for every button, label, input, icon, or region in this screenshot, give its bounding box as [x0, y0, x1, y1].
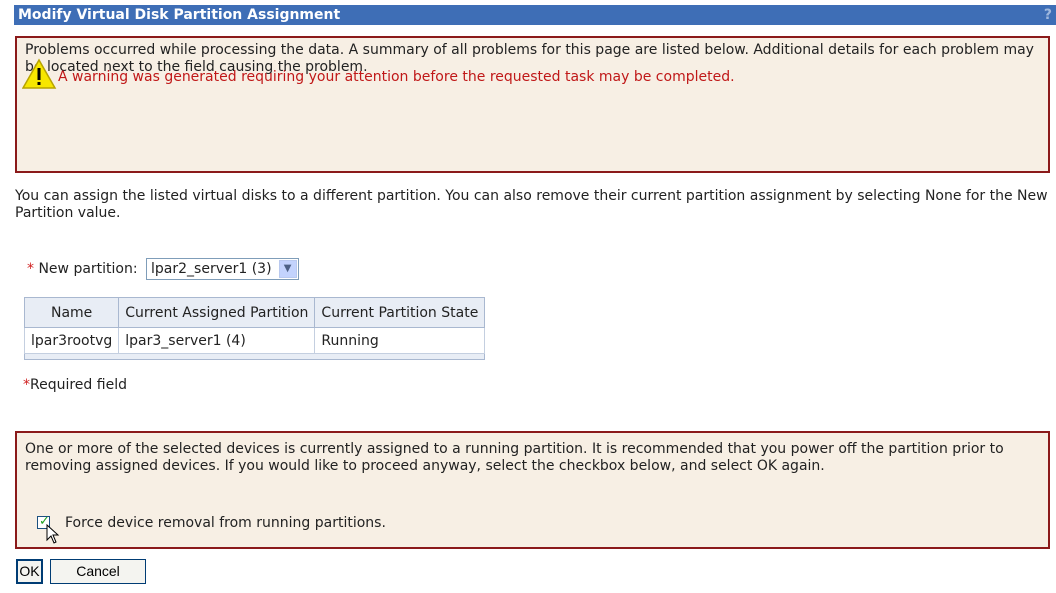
ok-button[interactable]: OK	[16, 559, 43, 584]
dialog-title: Modify Virtual Disk Partition Assignment	[18, 7, 341, 23]
cell-partition-state: Running	[314, 327, 486, 354]
virtual-disk-table: Name Current Assigned Partition Current …	[23, 297, 486, 360]
mouse-pointer-icon	[46, 524, 60, 544]
new-partition-label: New partition:	[38, 261, 138, 277]
warning-triangle-icon	[22, 58, 57, 89]
new-partition-selected-value: lpar2_server1 (3)	[151, 261, 272, 277]
help-icon[interactable]: ?	[1044, 5, 1052, 25]
warning-message: A warning was generated requiring your a…	[58, 69, 735, 85]
required-note-marker: *	[23, 377, 30, 393]
dialog-titlebar: Modify Virtual Disk Partition Assignment…	[14, 5, 1056, 25]
error-summary-box: Problems occurred while processing the d…	[15, 36, 1050, 173]
new-partition-select[interactable]: lpar2_server1 (3) ▼	[146, 258, 299, 280]
chevron-down-icon[interactable]: ▼	[278, 260, 297, 278]
intro-text: You can assign the listed virtual disks …	[15, 188, 1048, 221]
new-partition-row: * New partition: lpar2_server1 (3) ▼	[27, 258, 299, 282]
cell-name: lpar3rootvg	[23, 327, 120, 354]
column-header-current-partition[interactable]: Current Assigned Partition	[118, 297, 316, 328]
table-header-row: Name Current Assigned Partition Current …	[23, 297, 486, 328]
table-row: lpar3rootvg lpar3_server1 (4) Running	[23, 327, 486, 354]
column-header-partition-state[interactable]: Current Partition State	[314, 297, 486, 328]
cell-current-partition: lpar3_server1 (4)	[118, 327, 316, 354]
table-footer	[23, 353, 486, 360]
column-header-name[interactable]: Name	[23, 297, 120, 328]
required-note-text: Required field	[30, 377, 127, 393]
force-removal-label[interactable]: Force device removal from running partit…	[65, 515, 386, 531]
running-partition-warning-box: One or more of the selected devices is c…	[15, 431, 1050, 549]
error-warning-row: A warning was generated requiring your a…	[22, 58, 1002, 92]
running-partition-warning-message: One or more of the selected devices is c…	[25, 441, 1004, 474]
required-marker: *	[27, 261, 34, 277]
required-field-note: *Required field	[23, 377, 127, 393]
cancel-button[interactable]: Cancel	[50, 559, 146, 584]
